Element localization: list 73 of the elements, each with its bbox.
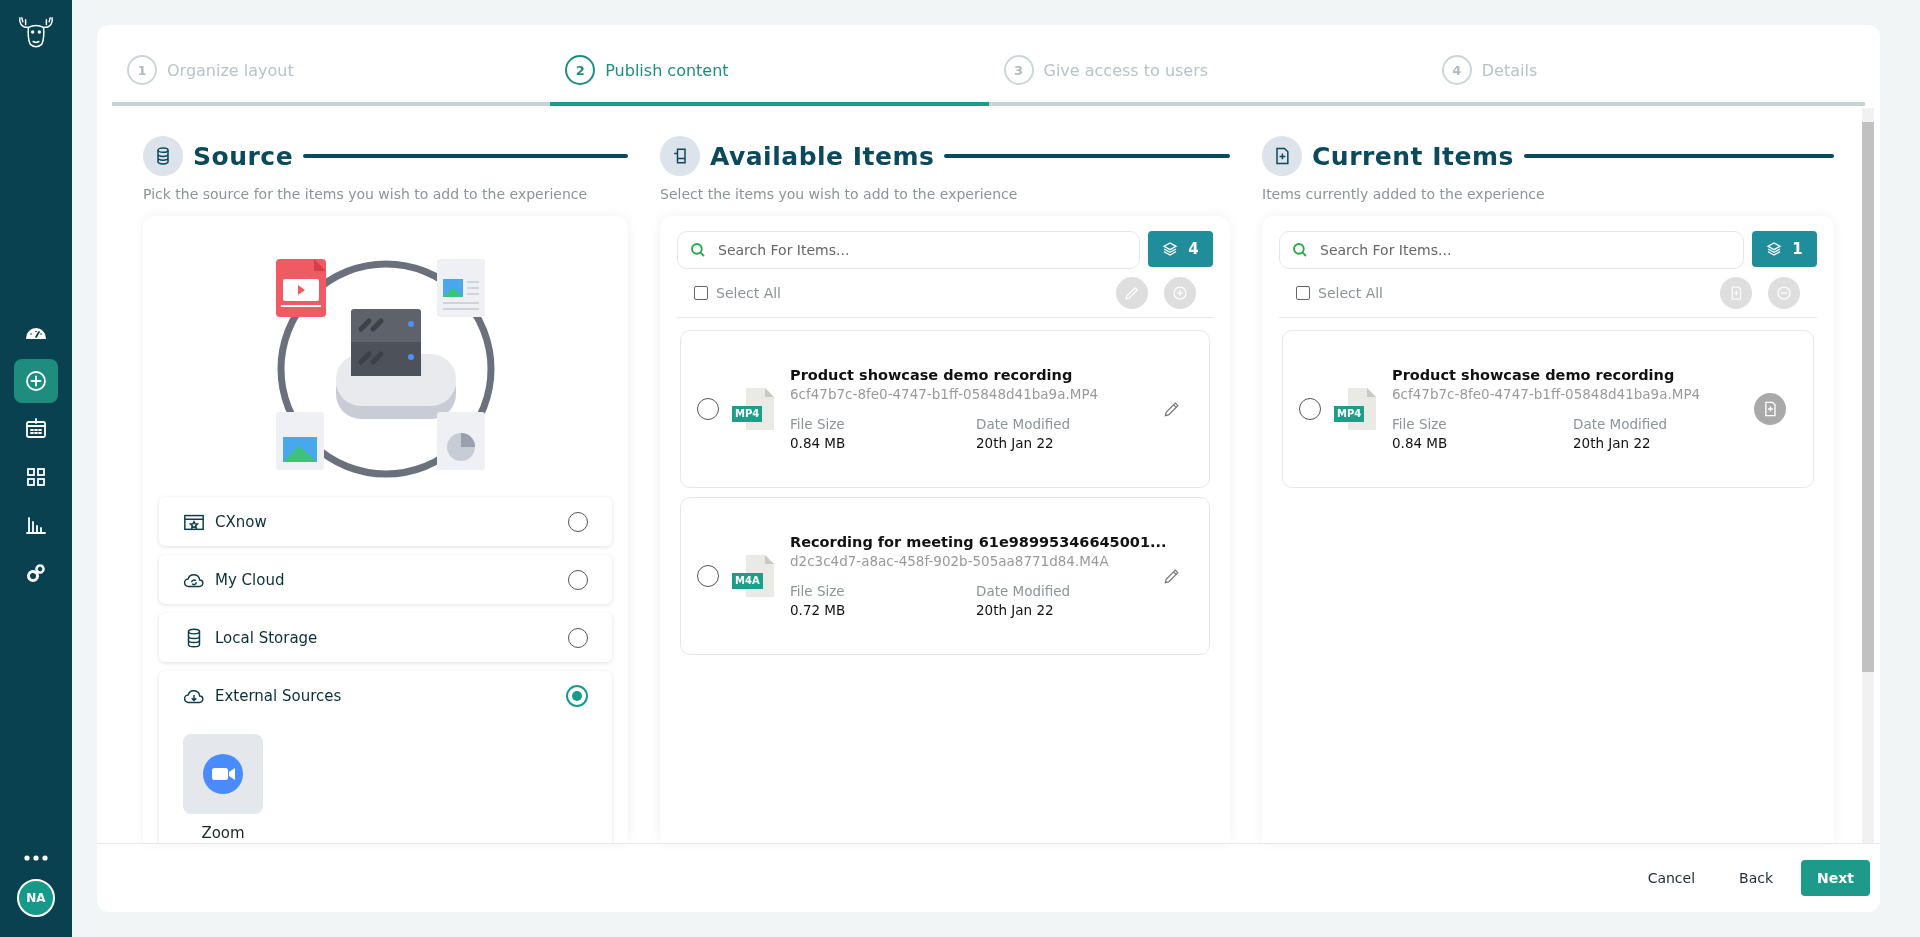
user-avatar[interactable]: NA (17, 879, 55, 917)
file-name: 6cf47b7c-8fe0-4747-b1ff-05848d41ba9a.MP4 (790, 386, 1100, 402)
pencil-icon (1123, 284, 1141, 302)
section-subtitle: Items currently added to the experience (1262, 186, 1546, 202)
select-all-label: Select All (716, 285, 781, 301)
video-camera-icon (203, 754, 243, 794)
pencil-icon[interactable] (1162, 399, 1182, 419)
grid-icon (24, 465, 48, 489)
search-icon (689, 241, 707, 259)
meta-label: Date Modified (1573, 416, 1669, 432)
file-name: 6cf47b7c-8fe0-4747-b1ff-05848d41ba9a.MP4 (1392, 386, 1702, 402)
file-title: Product showcase demo recording (790, 367, 1074, 383)
gears-icon (24, 561, 48, 585)
meta-label: File Size (1392, 416, 1448, 432)
checkbox[interactable] (1296, 286, 1310, 300)
source-label: External Sources (215, 686, 343, 705)
source-label: My Cloud (215, 570, 286, 589)
meta-label: File Size (790, 583, 846, 599)
meta-value: 0.72 MB (790, 602, 847, 618)
section-subtitle: Pick the source for the items you wish to add to the experience (143, 186, 589, 202)
step-tab[interactable]: 2 Publish content (550, 25, 989, 106)
file-type-badge: M4A (732, 573, 763, 589)
source-option[interactable]: My Cloud (159, 555, 612, 604)
integration-tile[interactable] (183, 734, 263, 814)
file-card[interactable]: MP4 Product showcase demo recording 6cf47b7c-8fe0-4747-b1ff-05848d41ba9a.MP4 File Size 0.84 MB Date Modified 20th Jan 22 (1282, 330, 1814, 488)
file-card[interactable]: MP4 Product showcase demo recording 6cf47b7c-8fe0-4747-b1ff-05848d41ba9a.MP4 File Size 0.84 MB Date Modified 20th Jan 22 (680, 330, 1210, 488)
meta-value: 20th Jan 22 (976, 435, 1055, 451)
search-field[interactable]: Search For Items... (1279, 231, 1744, 269)
source-option[interactable]: CXnow (159, 497, 612, 546)
plus-circle-icon (1171, 284, 1189, 302)
plus-circle-icon (24, 369, 48, 393)
minus-circle-icon (1775, 284, 1793, 302)
meta-label: Date Modified (976, 583, 1072, 599)
search-field[interactable]: Search For Items... (677, 231, 1140, 269)
file-name: d2c3c4d7-a8ac-458f-902b-505aa8771d84.M4A (790, 553, 1110, 569)
database-icon (143, 136, 183, 176)
checkbox[interactable] (694, 286, 708, 300)
file-type-badge: MP4 (732, 406, 763, 422)
meta-value: 20th Jan 22 (1573, 435, 1652, 451)
scrollbar[interactable] (1862, 108, 1874, 843)
meta-value: 20th Jan 22 (976, 602, 1055, 618)
layers-icon (1162, 241, 1179, 257)
file-title: Product showcase demo recording (1392, 367, 1676, 383)
meta-label: Date Modified (976, 416, 1072, 432)
radio-button[interactable] (566, 684, 588, 707)
section-title: Source (193, 141, 294, 171)
section-title: Current Items (1312, 141, 1514, 171)
item-count-button[interactable]: 1 (1752, 231, 1817, 267)
integration-label: Zoom (201, 824, 245, 842)
nav-item[interactable] (14, 359, 58, 403)
search-icon (1291, 241, 1309, 259)
pencil-icon[interactable] (1162, 566, 1182, 586)
source-option[interactable]: Local Storage (159, 613, 612, 662)
moose-logo-icon[interactable] (17, 16, 55, 50)
meta-value: 0.84 MB (790, 435, 847, 451)
calendar-icon (24, 417, 48, 441)
source-label: CXnow (215, 512, 268, 531)
meta-label: File Size (790, 416, 846, 432)
footer-button[interactable]: Cancel (1631, 860, 1712, 896)
file-card[interactable]: M4A Recording for meeting 61e98995346645001... d2c3c4d7-a8ac-458f-902b-505aa8771d84.M4A File Size 0.72 MB Date Modified 20th Jan 22 (680, 497, 1210, 655)
document-plus-icon (1262, 136, 1302, 176)
item-count-button[interactable]: 4 (1148, 231, 1213, 267)
select-all-label: Select All (1318, 285, 1383, 301)
documents-icon (660, 136, 700, 176)
section-subtitle: Select the items you wish to add to the experience (660, 186, 1019, 202)
source-label: Local Storage (215, 628, 319, 647)
source-option[interactable]: External Sources Zoom (159, 671, 612, 843)
layers-icon (1766, 241, 1783, 257)
more-icon[interactable] (24, 855, 48, 861)
meta-value: 0.84 MB (1392, 435, 1449, 451)
section-title: Available Items (710, 141, 935, 171)
footer-button[interactable]: Back (1723, 860, 1790, 896)
file-type-badge: MP4 (1334, 406, 1365, 422)
